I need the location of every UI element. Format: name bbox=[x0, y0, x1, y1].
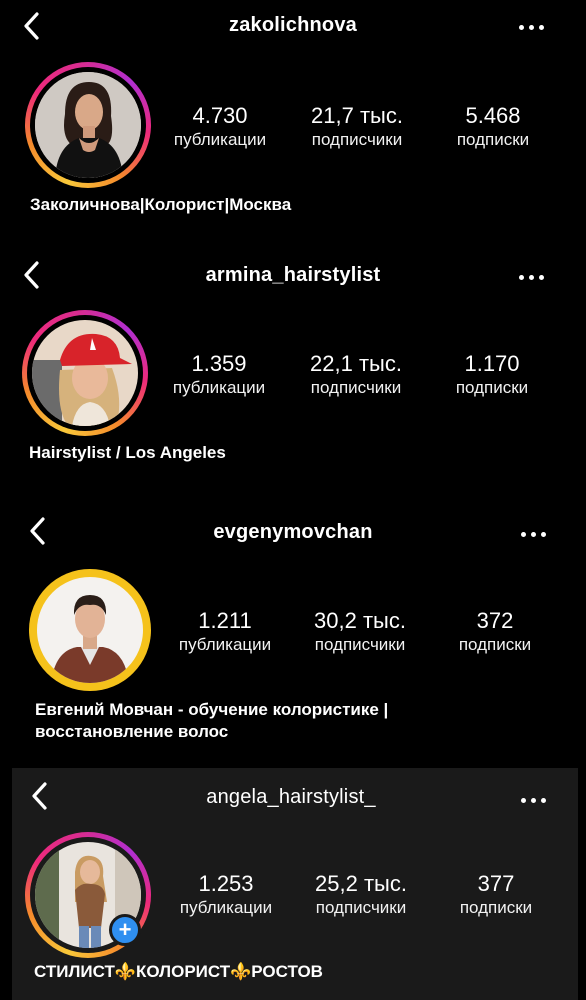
avatar-photo bbox=[35, 72, 141, 178]
posts-count: 1.359 bbox=[191, 351, 247, 376]
bio-text: Hairstylist / Los Angeles bbox=[29, 443, 226, 462]
profile-avatar-button[interactable] bbox=[25, 62, 151, 188]
posts-count: 1.211 bbox=[198, 608, 252, 633]
following-stat[interactable]: 377 подписки bbox=[426, 872, 566, 919]
profile-stats: 1.253 публикации 25,2 тыс. подписчики 37… bbox=[160, 872, 586, 922]
username: angela_hairstylist_ bbox=[206, 786, 376, 808]
bio-text: Евгений Мовчан - обучение колористике | … bbox=[35, 699, 388, 743]
profile-header-evgenymovchan: evgenymovchan 1.211 публикации 30,2 тыс.… bbox=[0, 505, 586, 750]
profile-header-angela-hairstylist: angela_hairstylist_ + 1.253 публикации 2… bbox=[0, 768, 586, 1000]
more-options-button[interactable] bbox=[518, 792, 550, 808]
more-horizontal-icon bbox=[519, 275, 524, 280]
more-options-button[interactable] bbox=[516, 269, 548, 285]
more-options-button[interactable] bbox=[516, 19, 548, 35]
bio-text: Заколичнова|Колорист|Москва bbox=[30, 195, 292, 214]
posts-label: публикации bbox=[172, 378, 266, 397]
followers-stat[interactable]: 30,2 тыс. подписчики bbox=[290, 609, 430, 656]
top-bar: armina_hairstylist bbox=[0, 248, 586, 300]
followers-count: 22,1 тыс. bbox=[310, 351, 402, 376]
following-label: подписки bbox=[456, 130, 530, 149]
following-count: 1.170 bbox=[464, 351, 520, 376]
avatar bbox=[32, 320, 138, 426]
profile-avatar-button[interactable] bbox=[29, 569, 151, 691]
posts-stat[interactable]: 1.359 публикации bbox=[149, 352, 289, 399]
avatar bbox=[35, 72, 141, 178]
top-bar: evgenymovchan bbox=[0, 505, 586, 557]
more-horizontal-icon bbox=[521, 798, 526, 803]
posts-count: 4.730 bbox=[192, 103, 248, 128]
followers-label: подписчики bbox=[315, 898, 407, 917]
top-bar: angela_hairstylist_ bbox=[12, 768, 578, 824]
profile-header-zakolichnova: zakolichnova 4.730 публикации 21,7 тыс. … bbox=[0, 0, 586, 228]
following-stat[interactable]: 372 подписки bbox=[425, 609, 565, 656]
posts-stat[interactable]: 4.730 публикации bbox=[150, 104, 290, 151]
followers-label: подписчики bbox=[310, 378, 402, 397]
following-count: 372 bbox=[476, 608, 514, 633]
profile-stats: 4.730 публикации 21,7 тыс. подписчики 5.… bbox=[160, 104, 586, 154]
followers-stat[interactable]: 22,1 тыс. подписчики bbox=[286, 352, 426, 399]
top-bar: zakolichnova bbox=[0, 0, 586, 52]
username: armina_hairstylist bbox=[205, 264, 381, 286]
followers-label: подписчики bbox=[314, 635, 406, 654]
avatar-photo bbox=[37, 577, 143, 683]
followers-stat[interactable]: 21,7 тыс. подписчики bbox=[287, 104, 427, 151]
posts-label: публикации bbox=[173, 130, 267, 149]
profile-stats: 1.211 публикации 30,2 тыс. подписчики 37… bbox=[160, 609, 586, 659]
posts-stat[interactable]: 1.253 публикации bbox=[156, 872, 296, 919]
username: evgenymovchan bbox=[213, 521, 373, 543]
following-count: 377 bbox=[477, 871, 515, 896]
username: zakolichnova bbox=[229, 14, 357, 36]
following-label: подписки bbox=[459, 898, 533, 917]
add-story-button[interactable]: + bbox=[109, 914, 141, 946]
following-label: подписки bbox=[458, 635, 532, 654]
posts-count: 1.253 bbox=[198, 871, 254, 896]
profile-header-armina-hairstylist: armina_hairstylist 1.359 публикации 22,1 bbox=[0, 248, 586, 478]
followers-count: 21,7 тыс. bbox=[311, 103, 403, 128]
avatar bbox=[37, 577, 143, 683]
profile-avatar-button[interactable]: + bbox=[25, 832, 151, 958]
posts-stat[interactable]: 1.211 публикации bbox=[155, 609, 295, 656]
avatar-photo bbox=[32, 320, 138, 426]
profile-stats: 1.359 публикации 22,1 тыс. подписчики 1.… bbox=[160, 352, 586, 402]
following-label: подписки bbox=[455, 378, 529, 397]
bio-line: восстановление волос bbox=[35, 722, 229, 741]
followers-label: подписчики bbox=[311, 130, 403, 149]
bio-line: Евгений Мовчан - обучение колористике | bbox=[35, 700, 389, 719]
more-horizontal-icon bbox=[521, 532, 526, 537]
posts-label: публикации bbox=[179, 898, 273, 917]
following-count: 5.468 bbox=[465, 103, 521, 128]
followers-count: 30,2 тыс. bbox=[314, 608, 406, 633]
more-options-button[interactable] bbox=[518, 526, 550, 542]
bio-text: СТИЛИСТ⚜️КОЛОРИСТ⚜️РОСТОВ bbox=[34, 962, 323, 981]
following-stat[interactable]: 5.468 подписки bbox=[423, 104, 563, 151]
following-stat[interactable]: 1.170 подписки bbox=[422, 352, 562, 399]
posts-label: публикации bbox=[178, 635, 272, 654]
more-horizontal-icon bbox=[519, 25, 524, 30]
followers-count: 25,2 тыс. bbox=[315, 871, 407, 896]
followers-stat[interactable]: 25,2 тыс. подписчики bbox=[291, 872, 431, 919]
plus-icon: + bbox=[118, 917, 132, 942]
profile-avatar-button[interactable] bbox=[22, 310, 148, 436]
